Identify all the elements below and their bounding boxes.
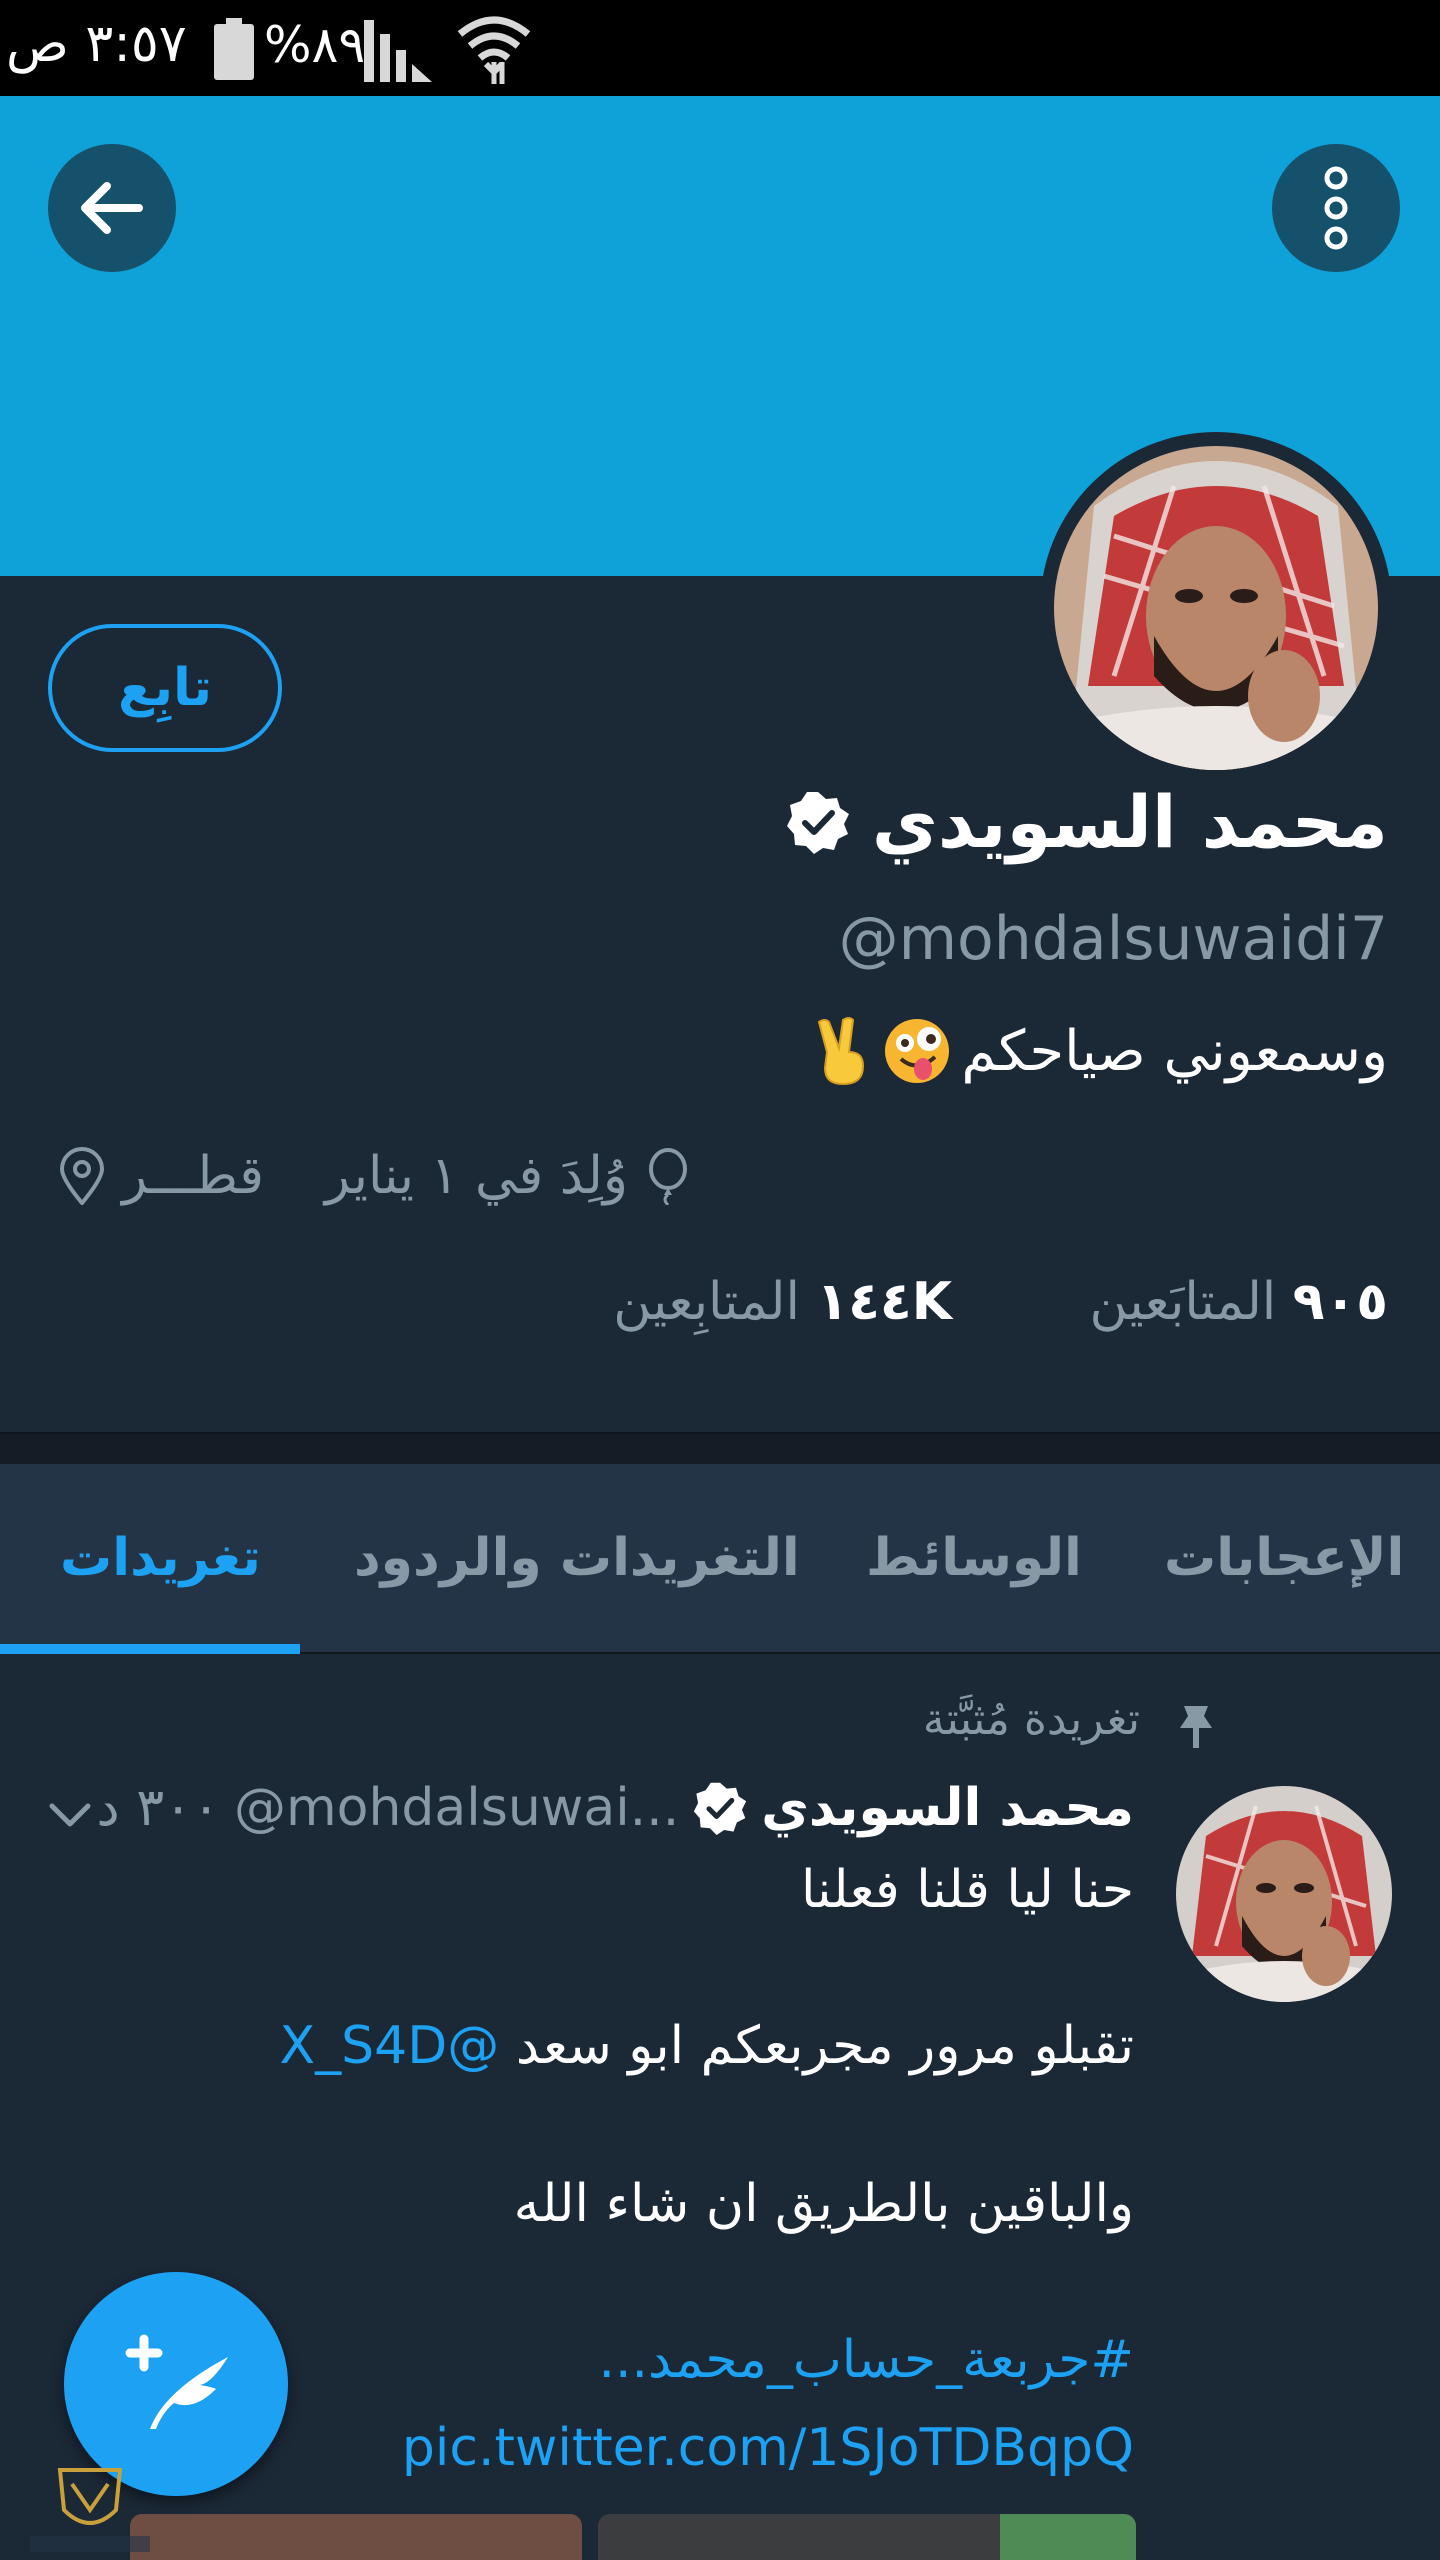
tweet-author-handle: @mohdalsuwai... bbox=[234, 1778, 680, 1838]
tweet-author-name[interactable]: محمد السويدي bbox=[761, 1778, 1134, 1838]
followers-label: المتابِعين bbox=[613, 1272, 800, 1332]
balloon-icon bbox=[649, 1148, 687, 1205]
location-info: قطـــر bbox=[56, 1146, 264, 1206]
compose-feather-icon bbox=[125, 2334, 228, 2429]
tweet-text-line: حنا ليا قلنا فعلنا bbox=[801, 1860, 1134, 1920]
victory-hand-emoji-icon bbox=[818, 1017, 865, 1086]
battery-icon bbox=[214, 18, 254, 80]
followers-count: ١٤٤K bbox=[816, 1272, 952, 1332]
following-stat[interactable]: ٩٠٥ المتابَعين bbox=[1090, 1272, 1388, 1332]
watermark-logo bbox=[30, 2468, 150, 2552]
tweet-timestamp: ٣٠٠ د bbox=[96, 1778, 220, 1838]
tweet-hashtag-link[interactable]: #جربعة_حساب_محمد... bbox=[598, 2330, 1134, 2390]
profile-name-row: محمد السويدي bbox=[786, 780, 1388, 864]
tab-tweets[interactable]: تغريدات bbox=[60, 1528, 261, 1588]
verified-badge-icon bbox=[694, 1782, 747, 1835]
profile-bio: وسمعوني صياحكم bbox=[813, 1016, 1388, 1086]
signal-icon bbox=[364, 20, 432, 82]
tweet-header: محمد السويدي @mohdalsuwai... ٣٠٠ د bbox=[97, 1778, 1134, 1838]
profile-photo bbox=[1054, 446, 1378, 770]
tab-likes[interactable]: الإعجابات bbox=[1164, 1528, 1404, 1588]
back-button[interactable] bbox=[48, 144, 176, 272]
tweet-media-flag-area bbox=[1000, 2514, 1136, 2560]
tab-tweets-replies[interactable]: التغريدات والردود bbox=[354, 1528, 800, 1588]
status-time: ٣:٥٧ ص bbox=[6, 14, 187, 74]
follow-button[interactable]: تابِع bbox=[48, 624, 282, 752]
avatar[interactable] bbox=[1054, 446, 1378, 770]
section-divider bbox=[0, 1432, 1440, 1464]
pinned-label: تغريدة مُثبَّتة bbox=[922, 1694, 1140, 1745]
wifi-icon bbox=[457, 16, 531, 84]
birthday-text: وُلِدَ في ١ يناير bbox=[324, 1146, 628, 1206]
profile-meta: وُلِدَ في ١ يناير قطـــر bbox=[0, 1146, 1440, 1226]
tweet-text-line: تقبلو مرور مجربعكم ابو سعد @X_S4D bbox=[280, 2016, 1134, 2076]
pin-icon bbox=[1180, 1706, 1212, 1748]
profile-handle: @mohdalsuwaidi7 bbox=[838, 904, 1388, 974]
more-vertical-icon bbox=[1324, 166, 1348, 250]
tweet-mention-link[interactable]: @X_S4D bbox=[280, 2016, 500, 2076]
tab-media[interactable]: الوسائط bbox=[866, 1528, 1082, 1588]
tweet-author-photo bbox=[1176, 1786, 1392, 2002]
verified-badge-icon bbox=[786, 792, 849, 854]
location-text: قطـــر bbox=[122, 1146, 264, 1206]
following-label: المتابَعين bbox=[1089, 1272, 1277, 1332]
winking-tongue-emoji-icon bbox=[885, 1019, 950, 1083]
battery-percent: %٨٩ bbox=[264, 16, 366, 74]
tweet-media-link[interactable]: pic.twitter.com/1SJoTDBqpQ bbox=[402, 2418, 1134, 2478]
tweet-text-line: والباقين بالطريق ان شاء الله bbox=[513, 2174, 1134, 2234]
following-count: ٩٠٥ bbox=[1292, 1272, 1388, 1332]
chevron-down-icon[interactable] bbox=[48, 1800, 92, 1830]
bio-text: وسمعوني صياحكم bbox=[961, 1018, 1388, 1084]
followers-stat[interactable]: ١٤٤K المتابِعين bbox=[613, 1272, 952, 1332]
more-options-button[interactable] bbox=[1272, 144, 1400, 272]
tweet-avatar[interactable] bbox=[1176, 1786, 1392, 2002]
tweet-media-thumbnail[interactable] bbox=[130, 2514, 582, 2560]
status-bar: ٣:٥٧ ص %٨٩ bbox=[0, 0, 1440, 96]
birthday-info: وُلِدَ في ١ يناير bbox=[325, 1146, 694, 1206]
tweet-text: تقبلو مرور مجربعكم ابو سعد bbox=[515, 2016, 1134, 2076]
location-pin-icon bbox=[60, 1147, 105, 1205]
profile-display-name: محمد السويدي bbox=[871, 780, 1388, 864]
active-tab-indicator bbox=[0, 1644, 300, 1654]
arrow-left-icon bbox=[81, 182, 143, 234]
profile-tabs: تغريدات التغريدات والردود الوسائط الإعجا… bbox=[0, 1464, 1440, 1654]
